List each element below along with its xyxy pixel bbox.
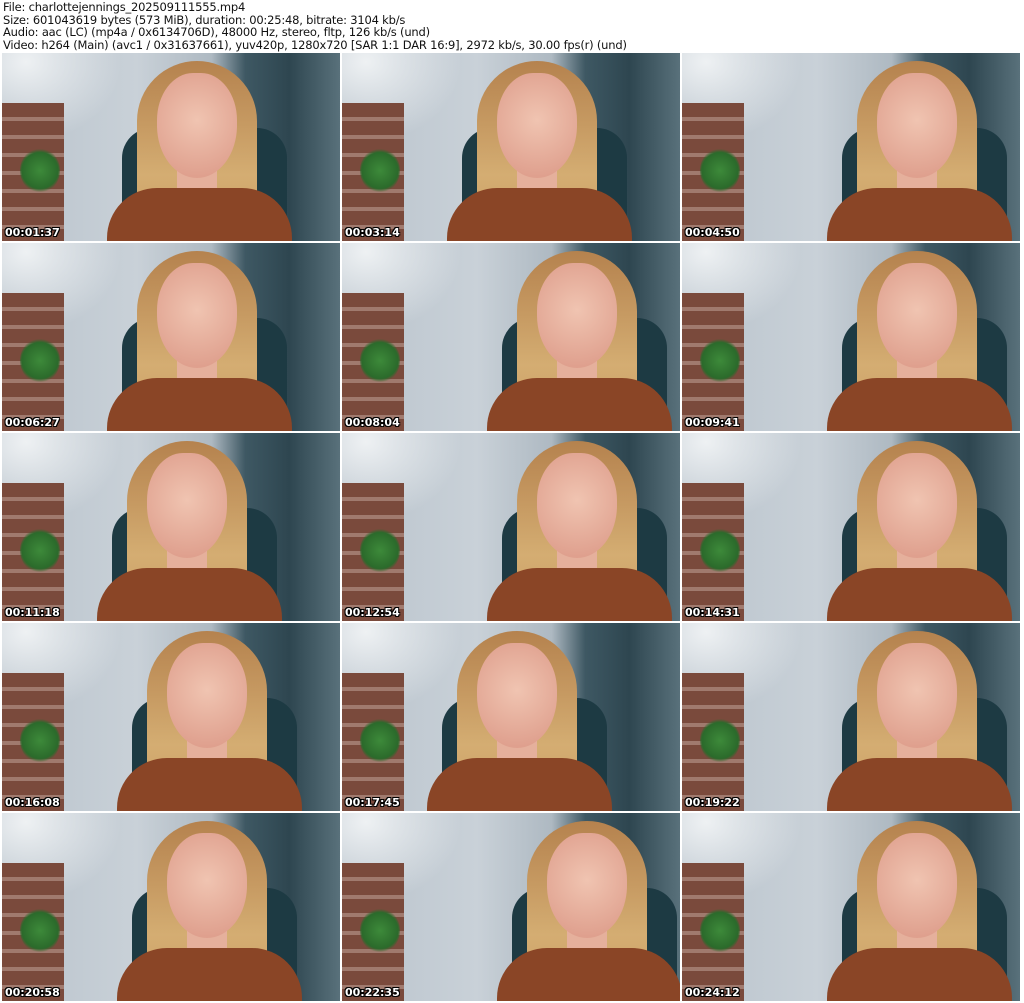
timestamp: 00:11:18	[5, 606, 60, 619]
timestamp: 00:04:50	[685, 226, 740, 239]
shirt	[117, 948, 302, 1001]
video-thumbnail: 00:17:45	[342, 623, 680, 811]
shirt	[487, 378, 672, 431]
person	[722, 243, 1020, 431]
shirt	[827, 188, 1012, 241]
person	[12, 813, 340, 1001]
shirt	[827, 758, 1012, 811]
person	[2, 243, 340, 431]
video-thumbnail: 00:20:58	[2, 813, 340, 1001]
person	[722, 53, 1020, 241]
shirt	[487, 568, 672, 621]
video-thumbnail: 00:01:37	[2, 53, 340, 241]
shirt	[827, 568, 1012, 621]
face	[537, 263, 617, 368]
face	[167, 643, 247, 748]
shirt	[97, 568, 282, 621]
audio-info: Audio: aac (LC) (mp4a / 0x6134706D), 480…	[3, 25, 430, 39]
timestamp: 00:03:14	[345, 226, 400, 239]
video-thumbnail: 00:19:22	[682, 623, 1020, 811]
timestamp: 00:14:31	[685, 606, 740, 619]
video-thumbnail: 00:22:35	[342, 813, 680, 1001]
person	[2, 433, 330, 621]
face	[877, 263, 957, 368]
timestamp: 00:24:12	[685, 986, 740, 999]
face	[167, 833, 247, 938]
video-thumbnail: 00:03:14	[342, 53, 680, 241]
timestamp: 00:20:58	[5, 986, 60, 999]
face	[877, 643, 957, 748]
timestamp: 00:01:37	[5, 226, 60, 239]
video-thumbnail: 00:11:18	[2, 433, 340, 621]
timestamp: 00:17:45	[345, 796, 400, 809]
video-thumbnail: 00:04:50	[682, 53, 1020, 241]
face	[877, 453, 957, 558]
shirt	[447, 188, 632, 241]
person	[722, 623, 1020, 811]
timestamp: 00:12:54	[345, 606, 400, 619]
timestamp: 00:08:04	[345, 416, 400, 429]
face	[157, 263, 237, 368]
video-thumbnail: 00:24:12	[682, 813, 1020, 1001]
shirt	[827, 378, 1012, 431]
video-thumbnail: 00:09:41	[682, 243, 1020, 431]
person	[392, 813, 680, 1001]
shirt	[107, 188, 292, 241]
shirt	[497, 948, 680, 1001]
timestamp: 00:22:35	[345, 986, 400, 999]
video-thumbnail: 00:16:08	[2, 623, 340, 811]
shirt	[427, 758, 612, 811]
shirt	[827, 948, 1012, 1001]
person	[722, 433, 1020, 621]
thumbnail-grid: 00:01:37 00:03:14 00:04:50 00:06:27 00:08:04…	[2, 53, 1020, 1001]
face	[537, 453, 617, 558]
timestamp: 00:09:41	[685, 416, 740, 429]
file-name: File: charlottejennings_202509111555.mp4	[3, 0, 246, 14]
video-thumbnail: 00:12:54	[342, 433, 680, 621]
person	[12, 623, 340, 811]
person	[722, 813, 1020, 1001]
face	[147, 453, 227, 558]
video-info: Video: h264 (Main) (avc1 / 0x31637661), …	[3, 37, 627, 52]
face	[877, 73, 957, 178]
timestamp: 00:06:27	[5, 416, 60, 429]
timestamp: 00:16:08	[5, 796, 60, 809]
video-thumbnail: 00:08:04	[342, 243, 680, 431]
face	[497, 73, 577, 178]
person	[342, 53, 680, 241]
timestamp: 00:19:22	[685, 796, 740, 809]
face	[547, 833, 627, 938]
person	[382, 243, 680, 431]
shirt	[117, 758, 302, 811]
file-info-header: File: charlottejennings_202509111555.mp4…	[3, 1, 627, 51]
person	[342, 623, 660, 811]
face	[477, 643, 557, 748]
video-thumbnail: 00:14:31	[682, 433, 1020, 621]
face	[877, 833, 957, 938]
video-thumbnail: 00:06:27	[2, 243, 340, 431]
person	[2, 53, 340, 241]
shirt	[107, 378, 292, 431]
face	[157, 73, 237, 178]
person	[382, 433, 680, 621]
